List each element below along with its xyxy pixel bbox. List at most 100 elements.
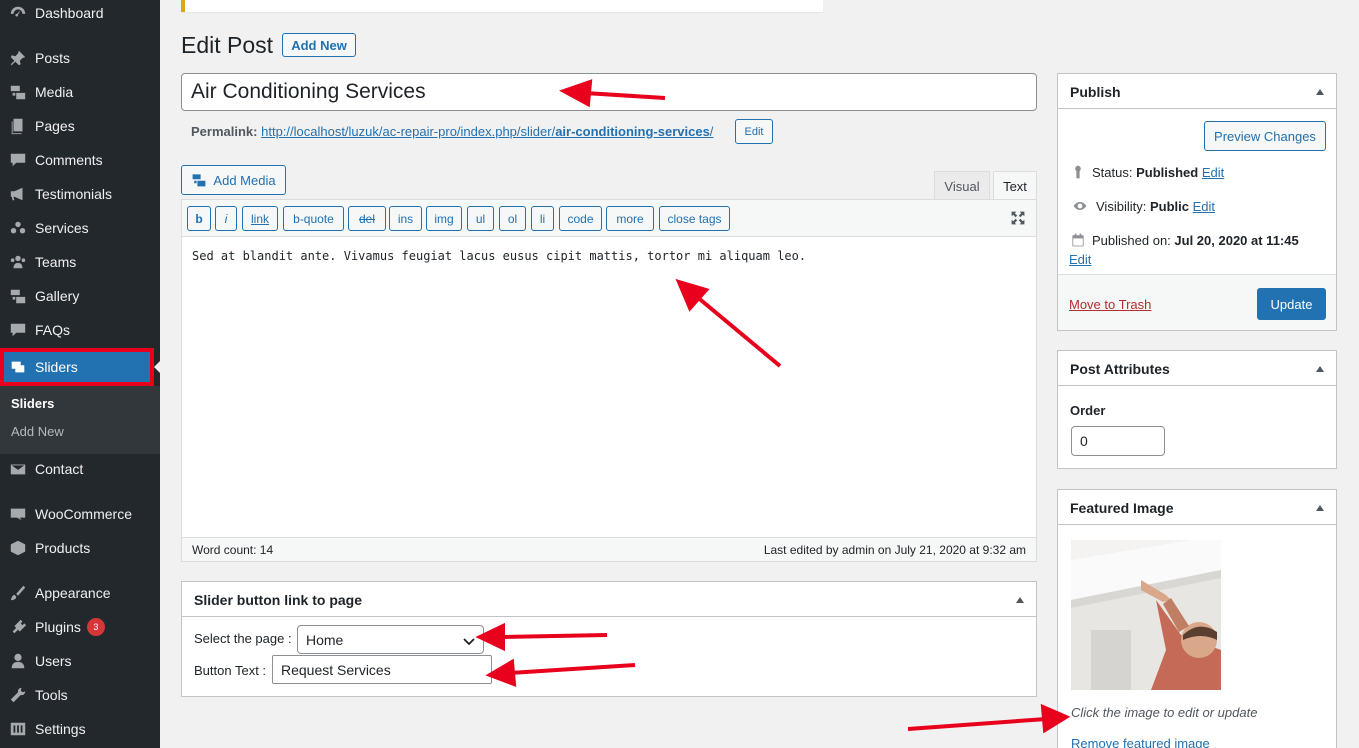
update-button[interactable]: Update bbox=[1257, 288, 1326, 320]
preview-changes-button[interactable]: Preview Changes bbox=[1204, 121, 1326, 151]
remove-featured-image-link[interactable]: Remove featured image bbox=[1071, 736, 1210, 748]
status-label: Status: bbox=[1092, 164, 1133, 180]
mail-icon bbox=[8, 459, 28, 479]
word-count: Word count: 14 bbox=[192, 543, 274, 557]
permalink-label: Permalink: bbox=[191, 124, 258, 139]
move-to-trash-link[interactable]: Move to Trash bbox=[1069, 297, 1151, 312]
menu-label: Dashboard bbox=[35, 5, 104, 21]
user-icon bbox=[8, 651, 28, 671]
menu-label: Testimonials bbox=[35, 186, 113, 202]
permalink-link[interactable]: http://localhost/luzuk/ac-repair-pro/ind… bbox=[261, 124, 713, 139]
qt-del-button[interactable]: del bbox=[348, 206, 386, 231]
submenu-add-new[interactable]: Add New bbox=[11, 424, 64, 439]
qt-code-button[interactable]: code bbox=[559, 206, 602, 231]
metabox-header[interactable]: Slider button link to page bbox=[182, 582, 1036, 617]
menu-settings[interactable]: Settings bbox=[0, 712, 160, 746]
media-icon bbox=[191, 172, 207, 188]
qt-ul-button[interactable]: ul bbox=[467, 206, 494, 231]
permalink-edit-button[interactable]: Edit bbox=[735, 119, 773, 144]
menu-label: WooCommerce bbox=[35, 506, 132, 522]
menu-comments[interactable]: Comments bbox=[0, 143, 160, 177]
qt-close-tags-button[interactable]: close tags bbox=[659, 206, 730, 231]
qt-bquote-button[interactable]: b-quote bbox=[283, 206, 344, 231]
visibility-value: Public bbox=[1149, 198, 1189, 214]
status-value: Published bbox=[1136, 164, 1199, 180]
menu-posts[interactable]: Posts bbox=[0, 41, 160, 75]
admin-sidebar: Dashboard Posts Media Pages Comments Tes… bbox=[0, 0, 162, 748]
collapse-arrow-icon[interactable] bbox=[1016, 597, 1024, 603]
metabox-header[interactable]: Post Attributes bbox=[1058, 351, 1336, 386]
menu-dashboard[interactable]: Dashboard bbox=[0, 0, 160, 30]
add-media-label: Add Media bbox=[213, 172, 276, 188]
publish-metabox: Publish Preview Changes Status: Publishe… bbox=[1057, 73, 1337, 331]
menu-contact[interactable]: Contact bbox=[0, 452, 160, 486]
order-label: Order bbox=[1070, 403, 1106, 418]
publish-actions: Move to Trash Update bbox=[1058, 274, 1336, 330]
qt-more-button[interactable]: more bbox=[606, 206, 654, 231]
menu-plugins[interactable]: Plugins 3 bbox=[0, 610, 160, 644]
menu-faqs[interactable]: FAQs bbox=[0, 313, 160, 347]
qt-link-button[interactable]: link bbox=[242, 206, 278, 231]
fullscreen-icon[interactable] bbox=[1010, 210, 1026, 229]
featured-image-thumbnail[interactable] bbox=[1071, 540, 1221, 690]
menu-sliders[interactable]: Sliders bbox=[0, 349, 154, 385]
editor-content[interactable]: Sed at blandit ante. Vivamus feugiat lac… bbox=[192, 249, 806, 263]
collapse-arrow-icon[interactable] bbox=[1316, 505, 1324, 511]
qt-li-button[interactable]: li bbox=[531, 206, 554, 231]
menu-label: Appearance bbox=[35, 585, 111, 601]
qt-bold-button[interactable]: b bbox=[187, 206, 211, 231]
visibility-row: Visibility: Public Edit bbox=[1070, 198, 1215, 214]
menu-testimonials[interactable]: Testimonials bbox=[0, 177, 160, 211]
menu-woocommerce[interactable]: WooCommerce bbox=[0, 497, 160, 531]
qt-italic-button[interactable]: i bbox=[215, 206, 237, 231]
menu-label: Pages bbox=[35, 118, 75, 134]
visibility-edit-link[interactable]: Edit bbox=[1193, 199, 1215, 214]
qt-ins-button[interactable]: ins bbox=[389, 206, 422, 231]
sliders-submenu: Sliders Add New bbox=[0, 386, 160, 454]
qt-ol-button[interactable]: ol bbox=[499, 206, 526, 231]
calendar-icon bbox=[1072, 233, 1084, 247]
media-icon bbox=[8, 82, 28, 102]
menu-label: Products bbox=[35, 540, 91, 556]
collapse-arrow-icon[interactable] bbox=[1316, 366, 1324, 372]
add-new-button[interactable]: Add New bbox=[282, 33, 356, 57]
update-count-badge: 3 bbox=[86, 618, 105, 636]
button-text-input[interactable]: Request Services bbox=[272, 655, 492, 684]
permalink-base: http://localhost/luzuk/ac-repair-pro/ind… bbox=[261, 124, 556, 139]
menu-services[interactable]: Services bbox=[0, 211, 160, 245]
eye-icon bbox=[1073, 202, 1087, 210]
tab-visual[interactable]: Visual bbox=[934, 171, 990, 200]
menu-products[interactable]: Products bbox=[0, 531, 160, 565]
menu-label: Users bbox=[35, 653, 72, 669]
submenu-sliders[interactable]: Sliders bbox=[11, 396, 54, 411]
plugin-icon bbox=[8, 617, 28, 637]
featured-image-hint: Click the image to edit or update bbox=[1071, 705, 1258, 720]
menu-pages[interactable]: Pages bbox=[0, 109, 160, 143]
menu-media[interactable]: Media bbox=[0, 75, 160, 109]
collapse-arrow-icon[interactable] bbox=[1316, 89, 1324, 95]
menu-gallery[interactable]: Gallery bbox=[0, 279, 160, 313]
menu-tools[interactable]: Tools bbox=[0, 678, 160, 712]
add-media-button[interactable]: Add Media bbox=[181, 165, 286, 195]
metabox-title: Publish bbox=[1070, 84, 1121, 100]
menu-users[interactable]: Users bbox=[0, 644, 160, 678]
post-title-input[interactable]: Air Conditioning Services bbox=[181, 73, 1037, 111]
menu-label: Contact bbox=[35, 461, 84, 477]
page-select[interactable]: Home bbox=[297, 625, 484, 654]
published-edit-link[interactable]: Edit bbox=[1069, 252, 1091, 267]
metabox-header[interactable]: Publish bbox=[1058, 74, 1336, 109]
metabox-header[interactable]: Featured Image bbox=[1058, 490, 1336, 525]
order-input[interactable]: 0 bbox=[1071, 426, 1165, 456]
published-on-row: Published on: Jul 20, 2020 at 11:45 bbox=[1070, 232, 1299, 248]
menu-teams[interactable]: Teams bbox=[0, 245, 160, 279]
megaphone-icon bbox=[8, 184, 28, 204]
metabox-title: Post Attributes bbox=[1070, 361, 1170, 377]
menu-appearance[interactable]: Appearance bbox=[0, 576, 160, 610]
status-row: Status: Published Edit bbox=[1070, 164, 1224, 180]
qt-img-button[interactable]: img bbox=[426, 206, 462, 231]
tab-text[interactable]: Text bbox=[993, 171, 1037, 200]
permalink-slug: air-conditioning-services bbox=[555, 124, 710, 139]
status-edit-link[interactable]: Edit bbox=[1202, 165, 1224, 180]
active-indicator bbox=[154, 359, 162, 375]
button-text-label: Button Text : bbox=[194, 663, 267, 678]
